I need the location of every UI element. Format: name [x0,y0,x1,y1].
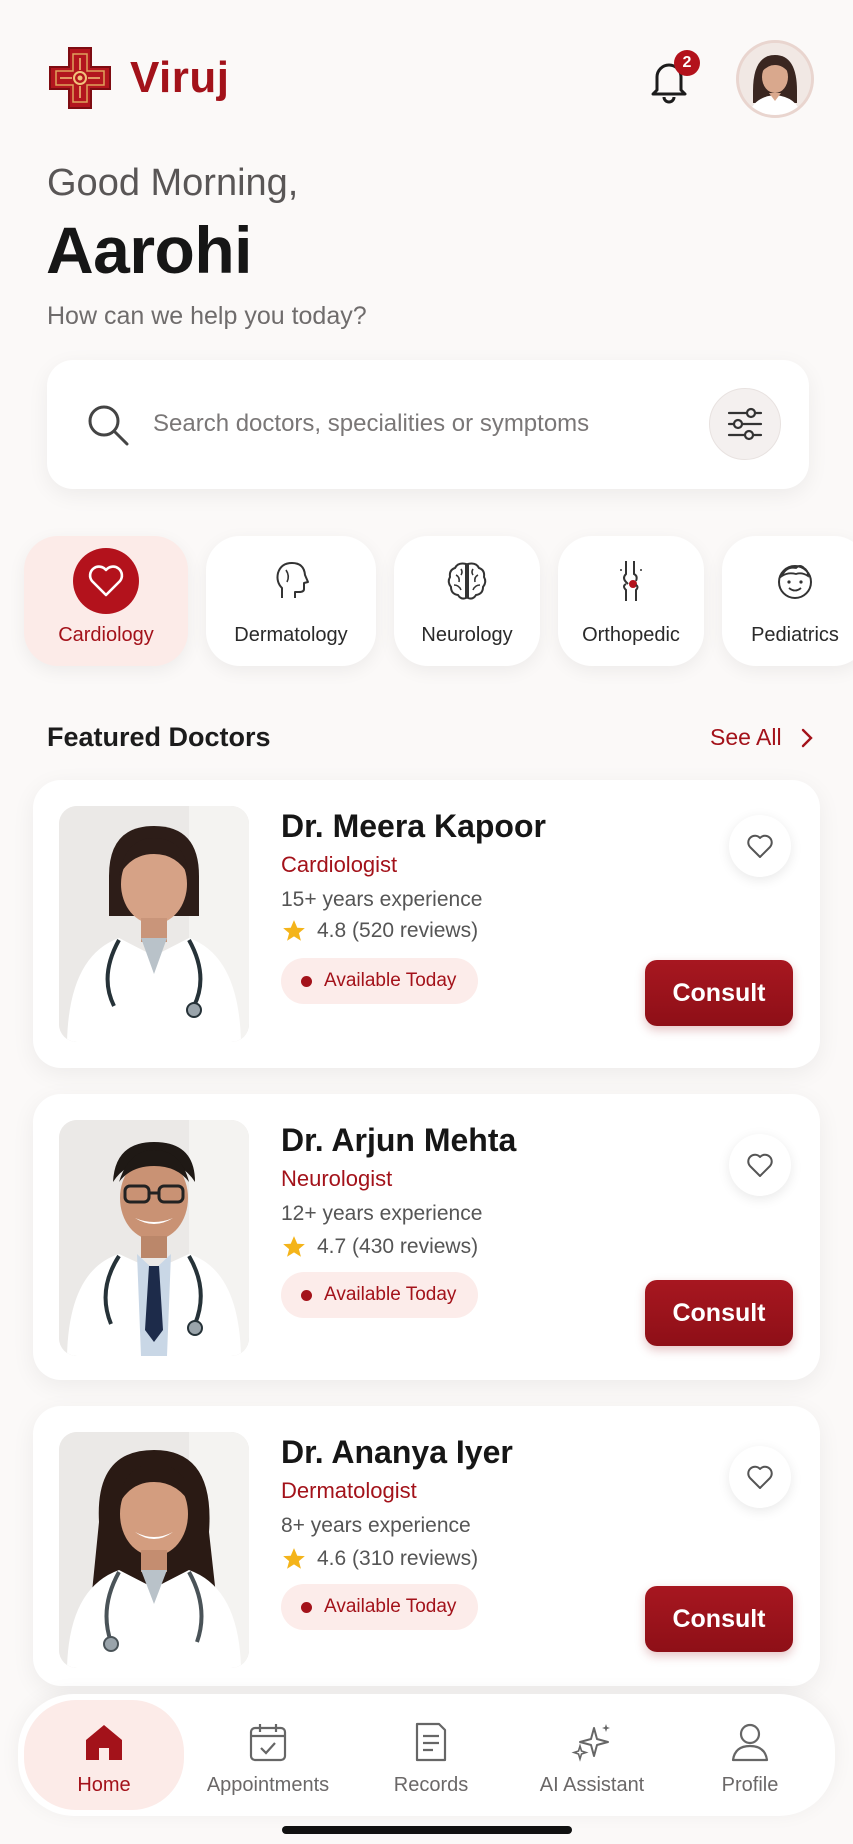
favorite-button[interactable] [729,815,791,877]
calendar-icon [188,1720,348,1766]
doctor-name: Dr. Meera Kapoor [281,808,546,844]
brand-name: Viruj [130,53,230,102]
sliders-icon [727,407,763,441]
review-count: (310 reviews) [352,1547,479,1570]
doctor-experience: 8+ years experience [281,1514,471,1537]
availability-badge: Available Today [281,958,479,1004]
nav-item-profile[interactable]: Profile [670,1700,830,1810]
search-icon [85,402,131,448]
category-label: Dermatology [234,624,348,646]
category-neurology[interactable]: Neurology [394,536,540,666]
star-icon [283,1548,305,1569]
bone-joint-icon [598,548,664,614]
favorite-button[interactable] [729,1446,791,1508]
doctor-card[interactable]: Dr. Meera Kapoor Cardiologist 15+ years … [33,780,820,1068]
featured-doctors-title: Featured Doctors [47,722,271,752]
status-dot-icon [301,975,312,987]
doctor-experience: 15+ years experience [281,888,483,911]
doctor-name: Dr. Arjun Mehta [281,1122,517,1158]
heart-outline-icon [747,834,773,858]
category-label: Orthopedic [582,624,680,646]
heart-outline-icon [747,1153,773,1177]
bottom-navigation: Home Appointments Records AI Assistant P… [18,1694,835,1816]
doctor-name: Dr. Ananya Iyer [281,1434,513,1470]
doctor-photo [59,1120,249,1356]
nav-item-ai-assistant[interactable]: AI Assistant [512,1700,672,1810]
availability-label: Available Today [324,1596,457,1617]
person-icon [670,1720,830,1766]
nav-label: Profile [721,1774,779,1796]
category-orthopedic[interactable]: Orthopedic [558,536,704,666]
doctor-specialty: Dermatologist [281,1478,417,1503]
rating-value: 4.8 [317,919,347,942]
status-dot-icon [301,1601,312,1613]
star-icon [283,1236,305,1257]
consult-button[interactable]: Consult [645,1586,793,1652]
heart-icon [73,548,139,614]
see-all-label: See All [710,724,782,750]
greeting-prompt: How can we help you today? [47,302,367,330]
filter-button[interactable] [709,388,781,460]
app-logo[interactable]: Viruj [46,44,230,112]
see-all-link[interactable]: See All [710,724,814,751]
nav-item-appointments[interactable]: Appointments [188,1700,348,1810]
availability-label: Available Today [324,970,457,991]
category-dermatology[interactable]: Dermatology [206,536,376,666]
user-avatar[interactable] [736,40,814,118]
heart-outline-icon [747,1465,773,1489]
nav-label: Appointments [206,1774,330,1796]
category-label: Cardiology [58,624,154,646]
child-face-icon [762,548,828,614]
chevron-right-icon [801,728,813,747]
doctor-photo [59,1432,249,1668]
category-label: Neurology [421,624,513,646]
review-count: (520 reviews) [352,919,479,942]
brain-icon [434,548,500,614]
star-icon [283,920,305,941]
category-pediatrics[interactable]: Pediatrics [722,536,853,666]
category-label: Pediatrics [751,624,839,646]
medical-cross-logo-icon [46,44,114,112]
doctor-photo [59,806,249,1042]
home-indicator[interactable] [282,1826,572,1834]
availability-badge: Available Today [281,1584,479,1630]
doctor-card[interactable]: Dr. Arjun Mehta Neurologist 12+ years ex… [33,1094,820,1380]
availability-badge: Available Today [281,1272,479,1318]
document-icon [351,1720,511,1766]
doctor-rating: 4.6 (310 reviews) [281,1546,478,1572]
rating-value: 4.6 [317,1547,347,1570]
face-profile-icon [258,548,324,614]
nav-label: Home [77,1774,131,1796]
notification-count-badge: 2 [674,50,700,76]
nav-item-records[interactable]: Records [351,1700,511,1810]
home-icon [24,1720,184,1766]
nav-label: Records [393,1774,469,1796]
user-name: Aarohi [46,213,253,287]
doctor-experience: 12+ years experience [281,1202,483,1225]
doctor-specialty: Neurologist [281,1166,393,1191]
sparkle-icon [512,1720,672,1766]
doctor-specialty: Cardiologist [281,852,398,877]
availability-label: Available Today [324,1284,457,1305]
search-input[interactable] [153,398,633,450]
status-dot-icon [301,1289,312,1301]
consult-button[interactable]: Consult [645,1280,793,1346]
nav-label: AI Assistant [539,1774,645,1796]
doctor-rating: 4.8 (520 reviews) [281,918,478,944]
nav-item-home[interactable]: Home [24,1700,184,1810]
search-bar [47,360,809,489]
rating-value: 4.7 [317,1235,347,1258]
consult-button[interactable]: Consult [645,960,793,1026]
greeting-salutation: Good Morning, [47,162,299,204]
favorite-button[interactable] [729,1134,791,1196]
doctor-card[interactable]: Dr. Ananya Iyer Dermatologist 8+ years e… [33,1406,820,1686]
doctor-rating: 4.7 (430 reviews) [281,1234,478,1260]
review-count: (430 reviews) [352,1235,479,1258]
category-cardiology[interactable]: Cardiology [24,536,188,666]
